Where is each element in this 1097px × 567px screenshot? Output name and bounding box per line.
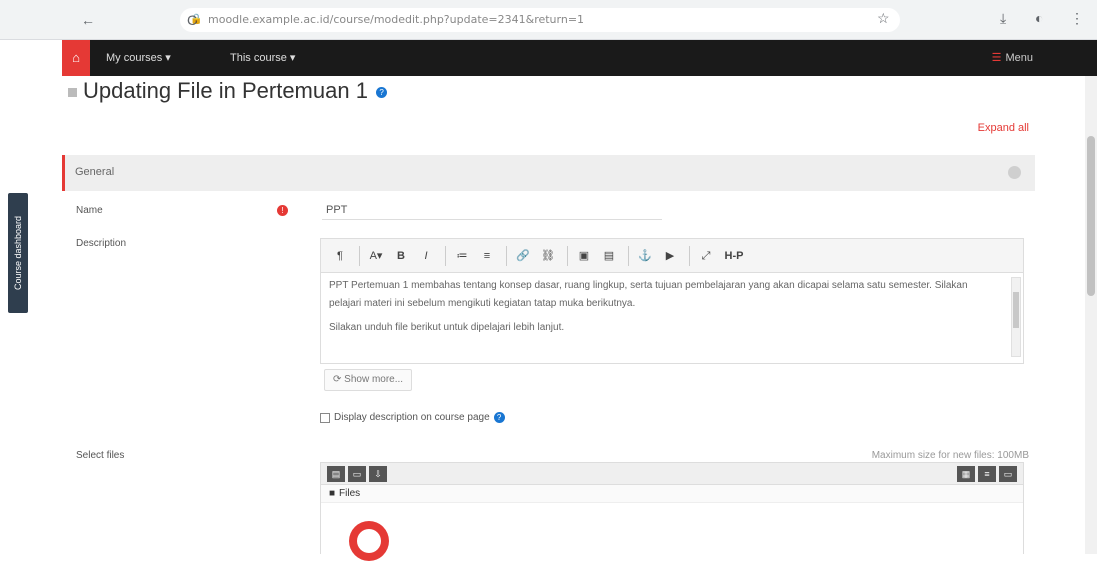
create-folder-button[interactable]: ▭	[348, 466, 366, 482]
scrollbar-thumb[interactable]	[1087, 136, 1095, 296]
italic-button[interactable]: I	[415, 245, 437, 267]
help-icon[interactable]: ?	[376, 86, 388, 98]
section-title: General	[75, 166, 115, 178]
home-icon[interactable]: ⌂	[62, 40, 90, 76]
record-audio-button[interactable]: ⚓	[634, 245, 656, 267]
name-input[interactable]	[322, 200, 662, 220]
bold-button[interactable]: B	[390, 245, 412, 267]
toolbar-separator	[359, 245, 360, 266]
view-tree-button[interactable]: ▭	[999, 466, 1017, 482]
hamburger-icon: ☰	[991, 52, 1002, 64]
show-more-icon: ⟳	[333, 374, 345, 385]
name-label: Name	[76, 205, 103, 216]
menu-label: Menu	[1005, 52, 1033, 64]
page-scrollbar[interactable]	[1085, 76, 1097, 554]
display-description-label: Display description on course page	[334, 412, 490, 423]
display-description-option[interactable]: Display description on course page ?	[320, 412, 505, 423]
address-bar[interactable]: 🔒 moodle.example.ac.id/course/modedit.ph…	[180, 8, 900, 32]
top-navbar: ⌂ My courses ▾ This course ▾ ☰ Menu	[62, 40, 1097, 76]
file-manager-toolbar: ▤ ▭ ⇩ ▦ ≡ ▭	[321, 463, 1023, 485]
link-button[interactable]: 🔗	[512, 245, 534, 267]
path-label[interactable]: Files	[339, 488, 360, 499]
max-size-note: Maximum size for new files: 100MB	[871, 450, 1029, 461]
description-label: Description	[76, 238, 127, 249]
image-button[interactable]: ▣	[573, 245, 595, 267]
view-icons-button[interactable]: ▦	[957, 466, 975, 482]
display-description-checkbox[interactable]	[320, 412, 330, 423]
unlink-button[interactable]: ⛓	[537, 245, 559, 267]
description-paragraph: Silakan unduh file berikut untuk dipelaj…	[329, 322, 565, 333]
description-paragraph: PPT Pertemuan 1 membahas tentang konsep …	[329, 280, 968, 309]
user-menu[interactable]: ☰ Menu	[992, 40, 1033, 76]
toolbar-separator	[567, 245, 568, 266]
browser-menu-icon[interactable]: ⋮	[1070, 10, 1084, 27]
ordered-list-button[interactable]: ≡	[476, 245, 498, 267]
help-icon[interactable]: ?	[493, 412, 505, 423]
general-section-header[interactable]: General	[62, 155, 1035, 191]
file-icon-center	[357, 529, 381, 553]
file-drop-area[interactable]	[321, 503, 1023, 567]
show-more-button[interactable]: ⟳ Show more...	[324, 369, 413, 391]
my-courses-menu[interactable]: My courses ▾	[106, 40, 171, 76]
folder-icon: ■	[329, 488, 336, 499]
download-icon[interactable]: ⤓	[1000, 10, 1006, 27]
select-files-label: Select files	[76, 450, 125, 461]
required-icon: !	[277, 205, 288, 216]
font-color-button[interactable]: A▾	[365, 245, 387, 267]
toolbar-separator	[506, 245, 507, 266]
editor-scroll-thumb[interactable]	[1013, 292, 1019, 328]
view-details-button[interactable]: ≡	[978, 466, 996, 482]
editor-scrollbar[interactable]	[1011, 277, 1021, 357]
page-title-text: Updating File in Pertemuan 1	[83, 78, 368, 103]
toolbar-separator	[689, 245, 690, 266]
expand-all-link[interactable]: Expand all	[978, 122, 1029, 134]
page-title: Updating File in Pertemuan 1 ?	[68, 78, 388, 104]
fullscreen-button[interactable]: ⤢	[695, 245, 717, 267]
back-button[interactable]: ←	[78, 10, 98, 30]
title-bullet-icon	[68, 87, 77, 97]
paragraph-style-button[interactable]: ¶	[329, 245, 351, 267]
this-course-menu[interactable]: This course ▾	[230, 40, 295, 76]
h5p-button[interactable]: H-P	[720, 245, 748, 267]
course-dashboard-tab[interactable]: Course dashboard	[8, 193, 28, 313]
add-file-button[interactable]: ▤	[327, 466, 345, 482]
editor-content[interactable]: PPT Pertemuan 1 membahas tentang konsep …	[321, 273, 1023, 363]
extension-icon[interactable]: ◐	[1035, 10, 1043, 26]
record-video-button[interactable]: ▶	[659, 245, 681, 267]
show-more-label: Show more...	[344, 374, 404, 385]
media-button[interactable]: ▤	[598, 245, 620, 267]
editor-toolbar: ¶ A▾ B I ≔ ≡ 🔗 ⛓ ▣ ▤ ⚓ ▶ ⤢ H-P	[321, 239, 1023, 273]
file-manager[interactable]: ▤ ▭ ⇩ ▦ ≡ ▭ ■ Files	[320, 462, 1024, 567]
download-all-button[interactable]: ⇩	[369, 466, 387, 482]
unordered-list-button[interactable]: ≔	[451, 245, 473, 267]
toolbar-separator	[628, 245, 629, 266]
drawer-tab-label: Course dashboard	[13, 215, 23, 291]
file-path-breadcrumb: ■ Files	[321, 485, 1023, 503]
url-text: moodle.example.ac.id/course/modedit.php?…	[208, 13, 585, 26]
browser-chrome: ← C 🔒 moodle.example.ac.id/course/modedi…	[0, 0, 1097, 40]
bookmark-star-icon[interactable]: ☆	[877, 10, 890, 27]
pptx-file-icon[interactable]	[343, 515, 395, 567]
toolbar-separator	[445, 245, 446, 266]
reload-button[interactable]: C	[182, 10, 202, 30]
description-editor[interactable]: ¶ A▾ B I ≔ ≡ 🔗 ⛓ ▣ ▤ ⚓ ▶ ⤢ H-P PPT Perte…	[320, 238, 1024, 364]
collapse-icon[interactable]	[1008, 166, 1021, 179]
